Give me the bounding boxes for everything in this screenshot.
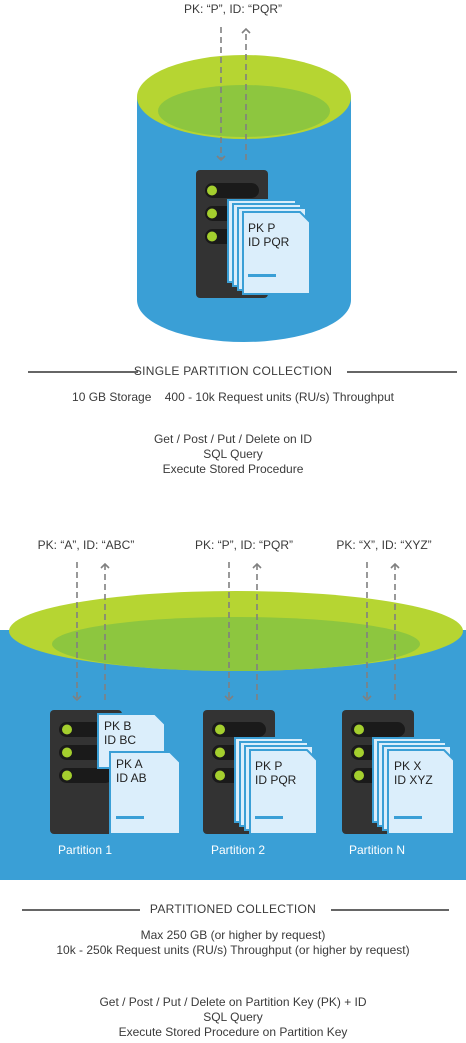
single-document-icon: PK P ID PQR (227, 199, 311, 295)
single-partition-diagram: PK P ID PQR (137, 27, 351, 342)
partitioned-op-2: SQL Query (203, 1010, 263, 1024)
partition-2-doc: PK P ID PQR (234, 737, 318, 835)
single-specs: 10 GB Storage 400 - 10k Request units (R… (0, 390, 466, 404)
partition-n-label: Partition N (349, 843, 405, 857)
single-op-3: Execute Stored Procedure (162, 462, 304, 476)
single-op-2: SQL Query (203, 447, 263, 461)
partition-1-doc-a: PK A ID AB (109, 751, 181, 835)
partitioned-diagram: PK B ID BC PK A ID AB PK P ID PQR PK X I… (0, 562, 466, 880)
partitioned-limit-1: Max 250 GB (or higher by request) (140, 928, 326, 942)
partitioned-op-1: Get / Post / Put / Delete on Partition K… (99, 995, 367, 1009)
p1-doc-b-pk: PK B (104, 719, 131, 733)
p1-doc-a-id: ID AB (116, 771, 147, 785)
single-title-rule-right (347, 371, 457, 373)
p2-doc-pk: PK P (255, 759, 282, 773)
p2-doc-id: ID PQR (255, 773, 297, 787)
partitioned-title-rule-right (331, 909, 449, 911)
partition-1-label: Partition 1 (58, 843, 112, 857)
partitioned-limit-2: 10k - 250k Request units (RU/s) Throughp… (56, 943, 410, 957)
single-doc-pk: PK P (248, 221, 275, 235)
partition-n-doc: PK X ID XYZ (372, 737, 455, 835)
single-doc-id: ID PQR (248, 235, 290, 249)
p1-doc-b-id: ID BC (104, 733, 136, 747)
single-op-1: Get / Post / Put / Delete on ID (153, 432, 313, 446)
pn-doc-pk: PK X (394, 759, 421, 773)
single-storage: 10 GB Storage (72, 390, 152, 404)
partition-2-label: Partition 2 (211, 843, 265, 857)
pn-doc-id: ID XYZ (394, 773, 433, 787)
single-throughput: 400 - 10k Request units (RU/s) Throughpu… (164, 390, 394, 404)
partitioned-op-3: Execute Stored Procedure on Partition Ke… (118, 1025, 348, 1039)
p1-doc-a-pk: PK A (116, 757, 143, 771)
